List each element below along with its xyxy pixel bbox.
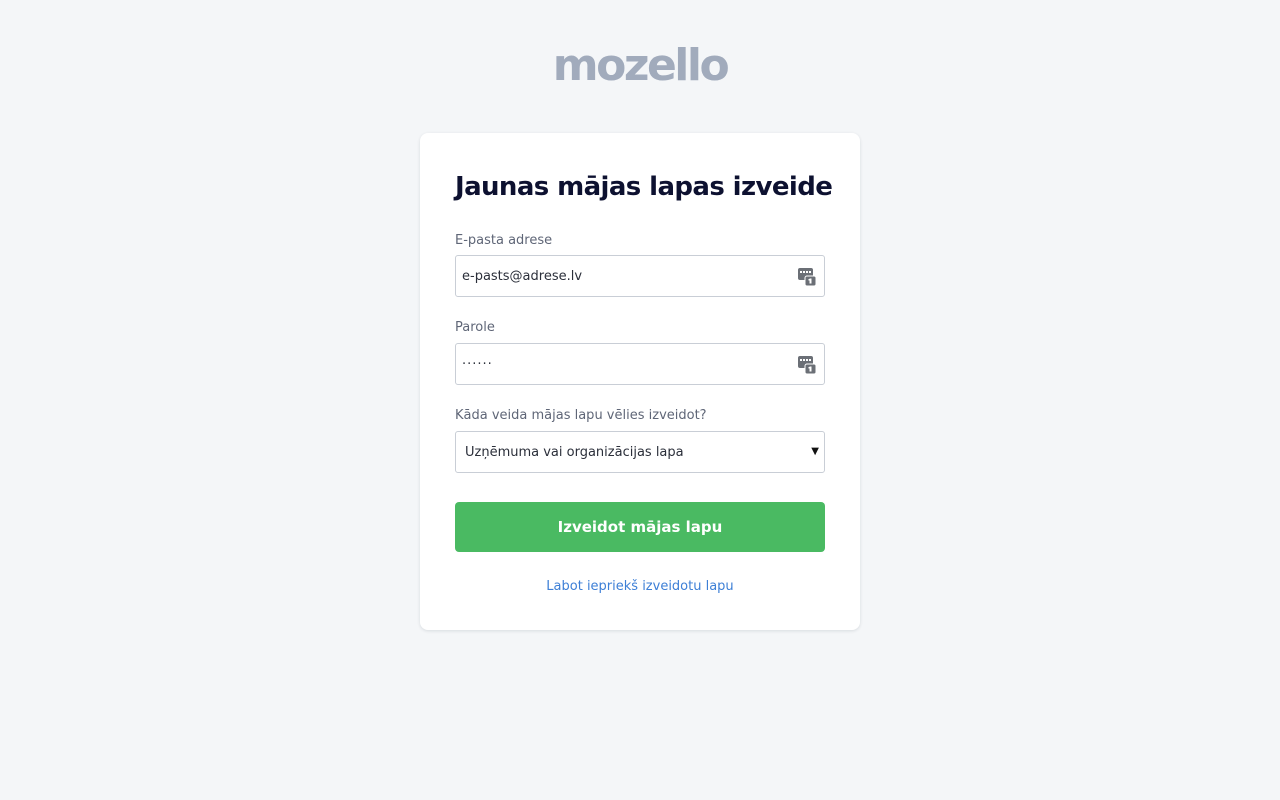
email-field[interactable]: e-pasts@adrese.lv bbox=[455, 255, 825, 297]
site-type-selected: Uzņēmuma vai organizācijas lapa bbox=[465, 445, 684, 460]
site-type-label: Kāda veida mājas lapu vēlies izveidot? bbox=[455, 408, 707, 423]
password-field[interactable]: ······ bbox=[455, 343, 825, 385]
email-value: e-pasts@adrese.lv bbox=[462, 269, 583, 284]
caret-down-icon: ▼ bbox=[811, 446, 819, 457]
site-type-select[interactable]: Uzņēmuma vai organizācijas lapa ▼ bbox=[455, 431, 825, 473]
signup-card: Jaunas mājas lapas izveide E-pasta adres… bbox=[420, 133, 860, 630]
password-value: ······ bbox=[462, 357, 493, 372]
edit-existing-site-link[interactable]: Labot iepriekš izveidotu lapu bbox=[420, 579, 860, 595]
password-manager-icon[interactable] bbox=[798, 267, 816, 287]
email-label: E-pasta adrese bbox=[455, 233, 553, 248]
mozello-logo: mozello bbox=[552, 40, 730, 91]
password-manager-icon[interactable] bbox=[798, 355, 816, 375]
page-title: Jaunas mājas lapas izveide bbox=[455, 172, 833, 202]
create-site-button[interactable]: Izveidot mājas lapu bbox=[455, 502, 825, 552]
password-label: Parole bbox=[455, 320, 495, 335]
